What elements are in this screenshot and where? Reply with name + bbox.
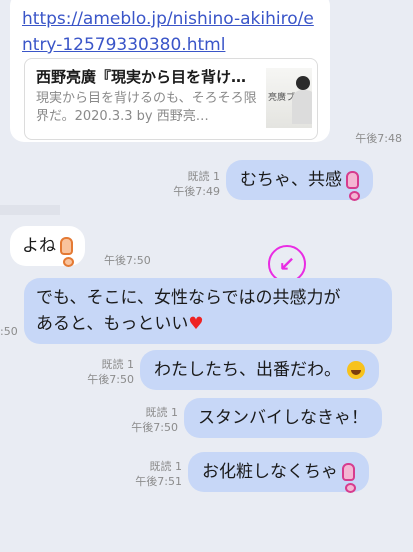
link-url[interactable]: https://ameblo.jp/nishino-akihiro/entry-… [22, 6, 322, 58]
message-time: 午後7:49 [173, 185, 220, 198]
exclamation-emoji-icon [342, 463, 356, 493]
link-preview-thumbnail: 亮廣ブログ [266, 68, 312, 128]
outgoing-message-bubble[interactable]: むちゃ、共感 [226, 160, 373, 201]
read-receipt: 既読 1 [149, 460, 183, 473]
outgoing-message-bubble[interactable]: でも、そこに、女性ならではの共感力が あると、もっといい♥ [24, 278, 392, 344]
laughing-emoji-icon [347, 361, 365, 379]
heart-icon: ♥ [188, 314, 204, 334]
message-time: :50 [0, 325, 18, 338]
message-text: むちゃ、共感 [240, 170, 342, 190]
message-text: スタンバイしなきゃ！ [198, 408, 368, 428]
message-text: わたしたち、出番だわ。 [154, 360, 341, 380]
message-text-line: でも、そこに、女性ならではの共感力が [36, 288, 341, 308]
outgoing-message-bubble[interactable]: スタンバイしなきゃ！ [184, 398, 382, 438]
message-text: お化粧しなくちゃ [202, 462, 338, 482]
message-time: 午後7:50 [131, 421, 178, 434]
exclamation-emoji-icon [60, 237, 74, 267]
incoming-message-bubble[interactable]: よね [10, 226, 85, 267]
read-receipt: 既読 1 [145, 406, 179, 419]
message-time: 午後7:51 [135, 475, 182, 488]
exclamation-emoji-icon [346, 171, 360, 201]
read-receipt: 既読 1 [101, 358, 135, 371]
link-preview-description: 現実から目を背けるのも、そろそろ限界だ。2020.3.3 by 西野亮… [36, 91, 257, 124]
message-text-line: あると、もっといい [36, 314, 189, 334]
outgoing-message-bubble[interactable]: わたしたち、出番だわ。 [140, 350, 379, 390]
divider [0, 205, 60, 215]
message-time: 午後7:48 [355, 132, 402, 145]
message-time: 午後7:50 [87, 373, 134, 386]
message-time: 午後7:50 [104, 254, 151, 267]
message-text: よね [22, 236, 56, 256]
outgoing-message-bubble[interactable]: お化粧しなくちゃ [188, 452, 369, 493]
link-preview-title: 西野亮廣『現実から目を背け… [36, 68, 247, 86]
read-receipt: 既読 1 [187, 170, 221, 183]
